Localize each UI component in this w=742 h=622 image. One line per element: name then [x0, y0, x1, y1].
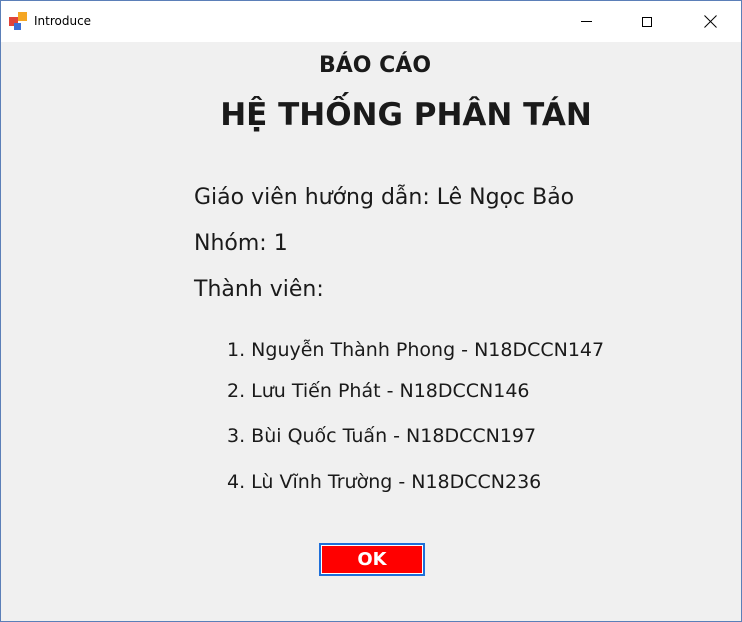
- ok-button[interactable]: OK: [319, 543, 425, 576]
- maximize-icon: [642, 16, 652, 27]
- close-button[interactable]: [687, 1, 733, 42]
- introduce-window: Introduce BÁO CÁO HỆ THỐNG PHÂN TÁN Giáo…: [0, 0, 742, 622]
- member-item: 3. Bùi Quốc Tuấn - N18DCCN197: [227, 425, 537, 447]
- system-title: HỆ THỐNG PHÂN TÁN: [220, 97, 592, 133]
- member-item: 1. Nguyễn Thành Phong - N18DCCN147: [227, 339, 605, 361]
- member-item: 4. Lù Vĩnh Trường - N18DCCN236: [227, 471, 542, 493]
- advisor-label: Giáo viên hướng dẫn: Lê Ngọc Bảo: [194, 185, 575, 210]
- title-bar[interactable]: Introduce: [1, 1, 741, 42]
- close-icon: [704, 15, 717, 28]
- ok-button-label: OK: [322, 546, 422, 573]
- maximize-button[interactable]: [624, 1, 670, 42]
- report-heading: BÁO CÁO: [318, 53, 432, 78]
- minimize-icon: [580, 21, 592, 22]
- window-title: Introduce: [34, 14, 92, 28]
- app-icon: [9, 12, 29, 32]
- member-item: 2. Lưu Tiến Phát - N18DCCN146: [227, 380, 530, 402]
- group-label: Nhóm: 1: [194, 231, 288, 256]
- members-label: Thành viên:: [194, 277, 324, 302]
- minimize-button[interactable]: [563, 1, 609, 42]
